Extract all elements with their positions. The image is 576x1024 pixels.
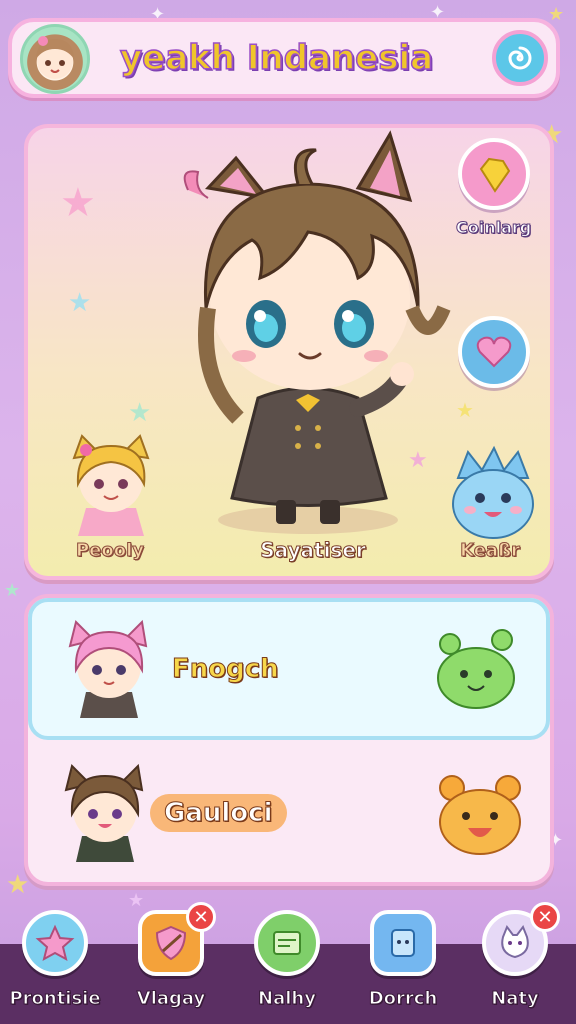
roster-row[interactable]: Gauloci: [28, 746, 550, 886]
nav-item-vlagay[interactable]: ✕ Vlagay: [116, 902, 226, 1024]
star-decoration-icon: ★: [68, 288, 92, 318]
main-character-sprite[interactable]: [148, 128, 468, 548]
nav-label: Prontisie: [9, 988, 101, 1010]
nav-label: Vlagay: [136, 988, 206, 1010]
main-character-name: Sayatiser: [260, 538, 367, 563]
nav-label: Dorrch: [368, 988, 438, 1010]
sparkle-icon: ★: [6, 870, 30, 900]
nav-item-naty[interactable]: ✕ Naty: [460, 902, 570, 1024]
player-avatar-face: [36, 36, 74, 79]
card-icon: [370, 910, 436, 976]
roster-avatar: [64, 763, 144, 862]
sparkle-icon: ★: [548, 4, 565, 25]
notification-badge: ✕: [530, 902, 560, 932]
orange-pet-icon[interactable]: [430, 764, 530, 864]
map-icon: [254, 910, 320, 976]
notification-badge: ✕: [186, 902, 216, 932]
character-stage: ★ ★ ★ ★ ★ Sayatiser Peooly Keaßr Coinlar…: [24, 124, 554, 580]
top-header: yeakh Indanesia: [8, 18, 560, 98]
sparkle-icon: ★: [4, 580, 21, 601]
nav-item-dorrch[interactable]: Dorrch: [348, 910, 458, 1024]
roster-character-name: Gauloci: [150, 794, 287, 832]
gem-icon[interactable]: [458, 138, 530, 210]
side-button-label: Coinlarg: [455, 218, 532, 238]
roster-avatar: [68, 619, 148, 718]
nav-item-nalhy[interactable]: Nalhy: [232, 910, 342, 1024]
roster-character-name: Fnogch: [172, 654, 280, 685]
sparkle-icon: ★: [128, 890, 145, 911]
right-character-sprite[interactable]: [438, 438, 548, 548]
star-icon: [22, 910, 88, 976]
character-roster: Fnogch Gauloci: [24, 594, 554, 886]
roster-row[interactable]: Fnogch: [28, 598, 550, 740]
left-character-sprite[interactable]: [56, 428, 166, 538]
swirl-icon[interactable]: [492, 30, 548, 86]
game-title: yeakh Indanesia: [119, 37, 434, 79]
heart-icon[interactable]: [458, 316, 530, 388]
bottom-nav: Prontisie ✕ Vlagay Nalhy Dorrch ✕ Naty: [0, 902, 576, 1024]
nav-label: Nalhy: [258, 988, 317, 1010]
nav-item-prontisie[interactable]: Prontisie: [0, 910, 110, 1024]
green-pet-icon[interactable]: [426, 620, 526, 720]
nav-label: Naty: [491, 988, 540, 1010]
right-character-name: Keaßr: [460, 540, 521, 562]
player-avatar[interactable]: [20, 24, 90, 94]
star-decoration-icon: ★: [60, 180, 96, 226]
left-character-name: Peooly: [75, 540, 145, 562]
